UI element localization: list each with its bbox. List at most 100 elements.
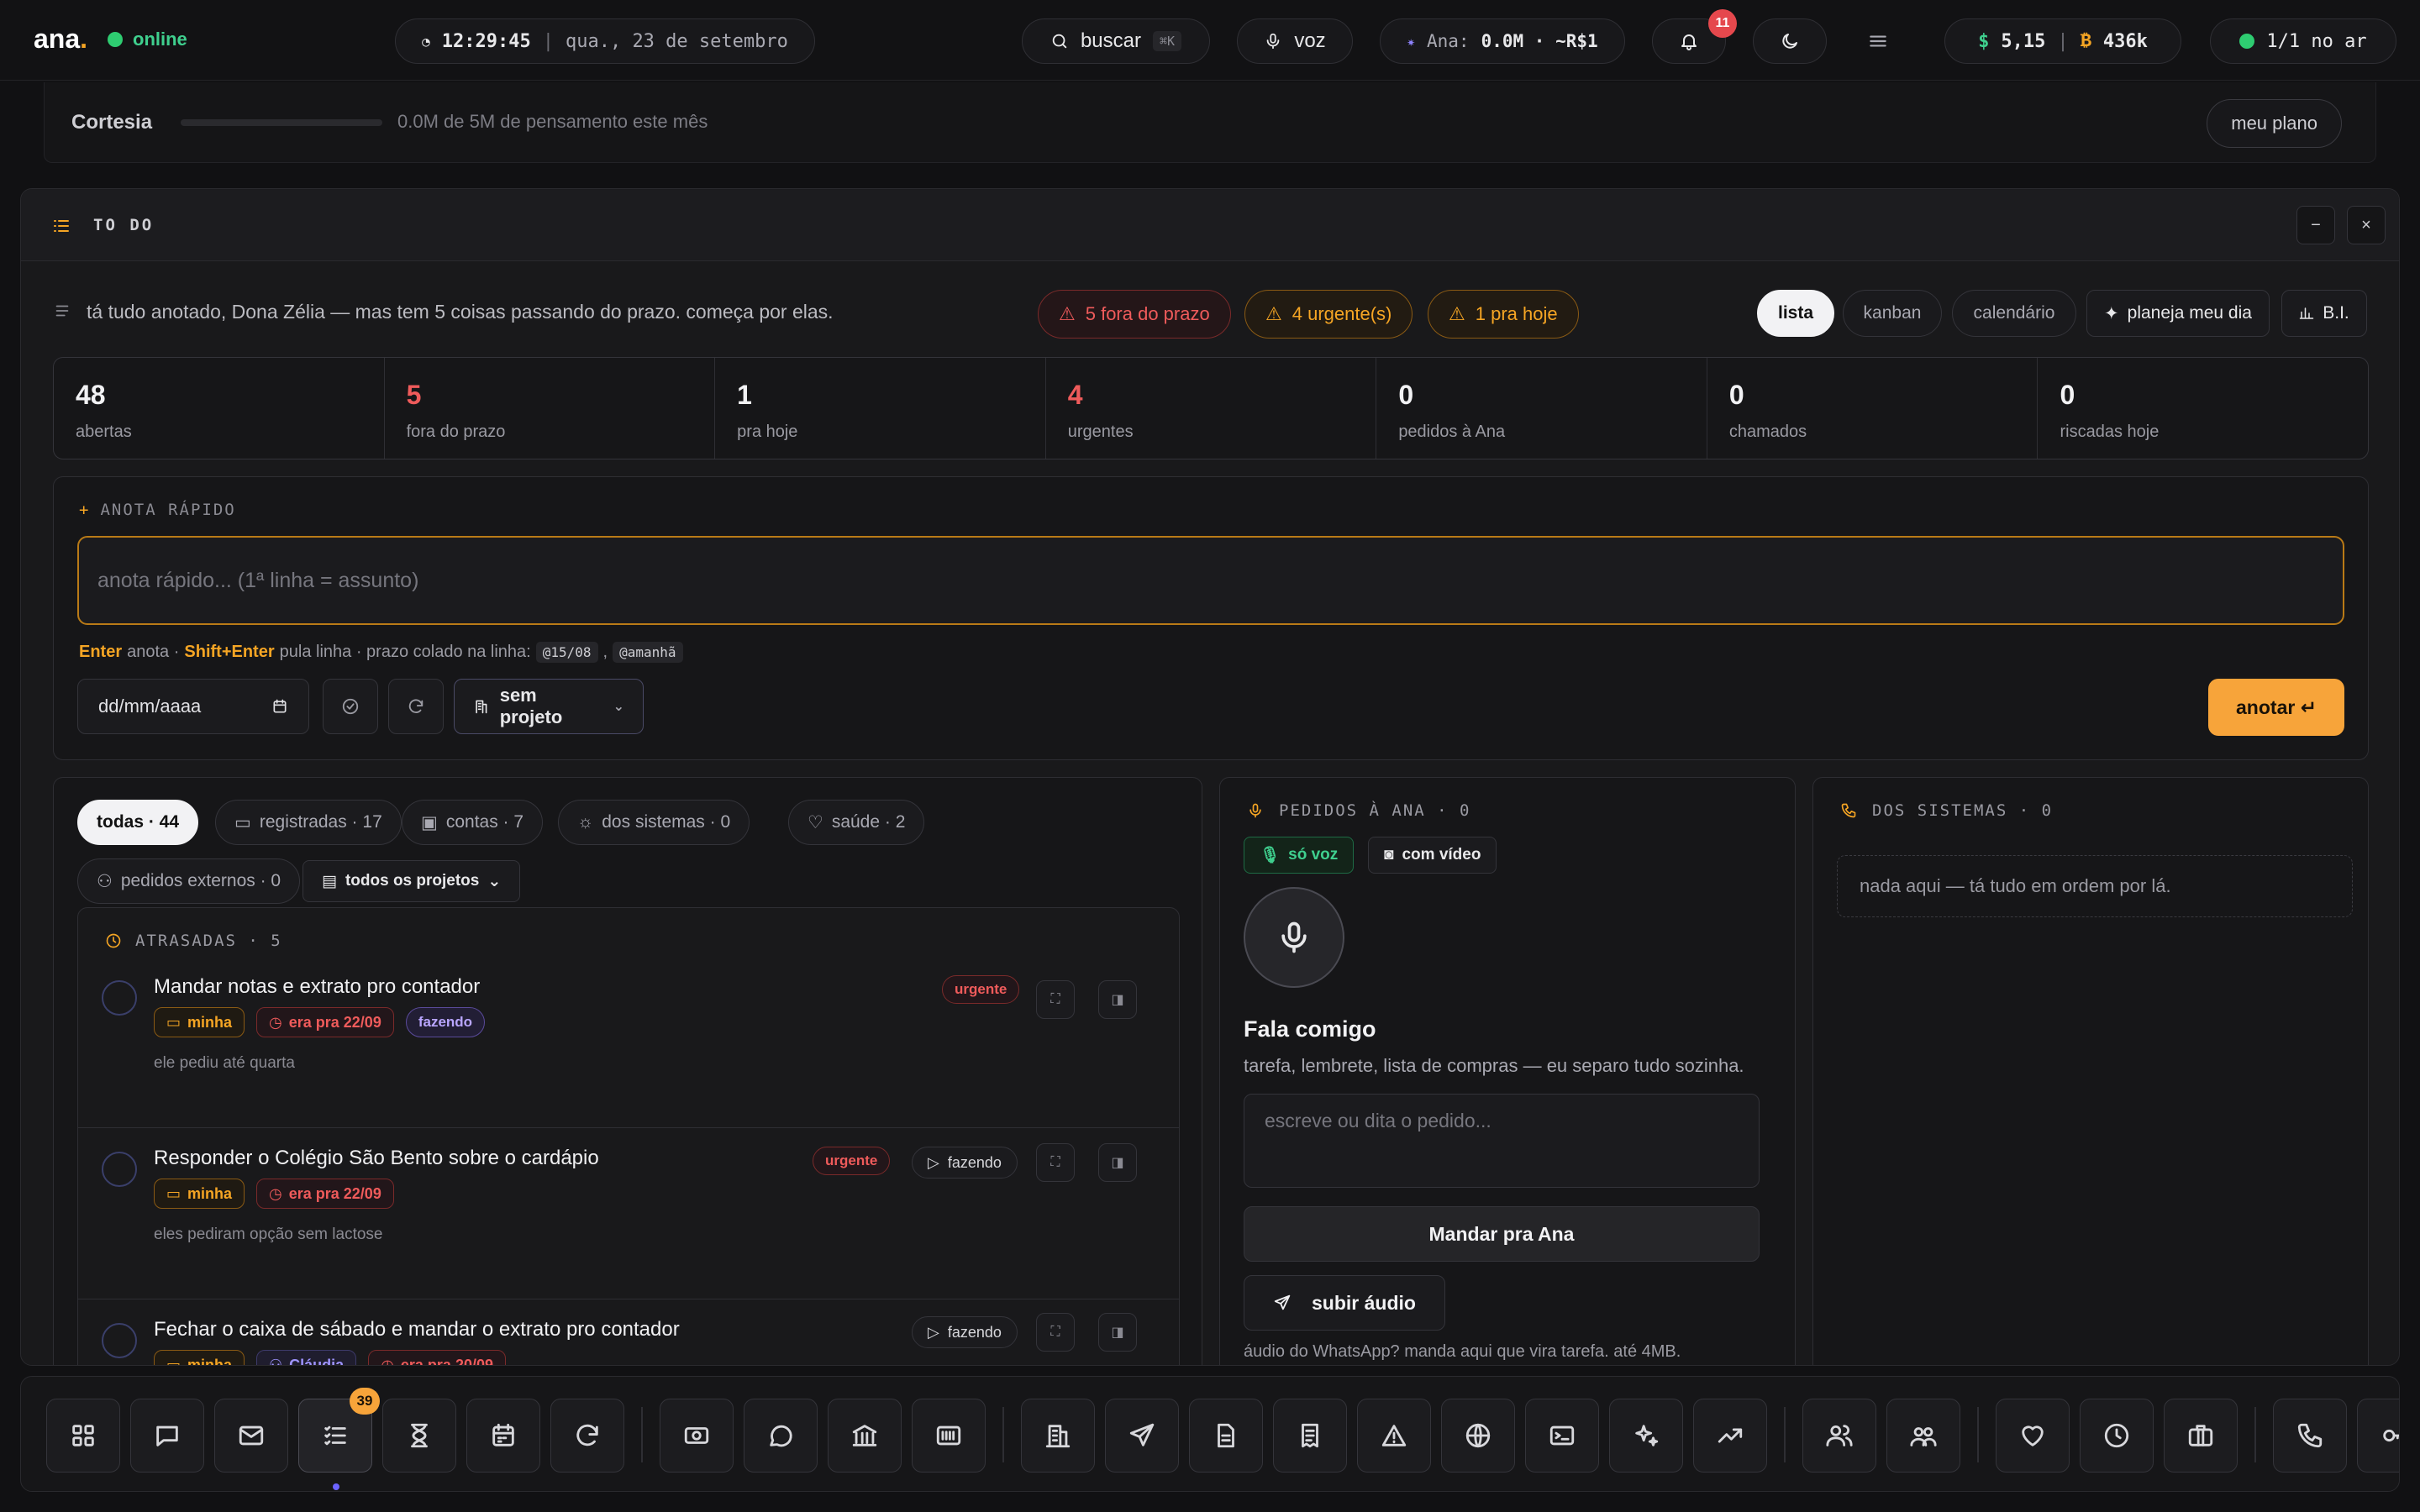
my-plan-button[interactable]: meu plano <box>2207 99 2342 148</box>
close-button[interactable]: × <box>2347 206 2386 244</box>
dock-grid[interactable] <box>46 1399 120 1473</box>
team-icon <box>1910 1427 1937 1446</box>
with-video-tab[interactable]: ◙ com vídeo <box>1368 837 1497 874</box>
plan-my-day-button[interactable]: ✦ planeja meu dia <box>2086 290 2270 337</box>
clock-icon <box>106 933 121 948</box>
dock-whatsapp[interactable] <box>744 1399 818 1473</box>
dock-separator <box>1784 1407 1786 1462</box>
online-count[interactable]: 1/1 no ar <box>2210 18 2396 64</box>
expand-button[interactable]: ⛶ <box>1036 1313 1075 1352</box>
minimize-button[interactable]: − <box>2296 206 2335 244</box>
dock-document[interactable] <box>1189 1399 1263 1473</box>
note-button[interactable]: ◨ <box>1098 1143 1137 1182</box>
record-voice-button[interactable] <box>1244 887 1344 988</box>
list-icon <box>51 216 71 236</box>
wallet-widget[interactable]: $ 5,15 | ₿ 436k <box>1944 18 2181 64</box>
stat-ana-requests[interactable]: 0 pedidos à Ana <box>1376 358 1707 459</box>
clock-widget[interactable]: ◔ 12:29:45 | qua., 23 de setembro <box>395 18 815 64</box>
quick-note-input[interactable] <box>77 536 2344 625</box>
dock-receipt[interactable] <box>1273 1399 1347 1473</box>
dock-briefcase[interactable] <box>2164 1399 2238 1473</box>
overdue-alert[interactable]: ⚠ 5 fora do prazo <box>1038 290 1231 339</box>
dock-cash[interactable] <box>660 1399 734 1473</box>
building-icon <box>476 700 487 714</box>
note-button[interactable]: ◨ <box>1098 1313 1137 1352</box>
filter-bills[interactable]: ▣ contas · 7 <box>402 800 544 845</box>
ana-usage[interactable]: ✷ Ana: 0.0M · ~R$1 <box>1380 18 1625 64</box>
due-date-input[interactable]: dd/mm/aaaa <box>77 679 309 734</box>
dock-terminal[interactable] <box>1525 1399 1599 1473</box>
stat-done-today[interactable]: 0 riscadas hoje <box>2038 358 2368 459</box>
start-doing-button[interactable]: ▷ fazendo <box>912 1147 1018 1179</box>
task-row[interactable]: Mandar notas e extrato pro contador ▭ min… <box>78 957 1179 1128</box>
task-checkbox[interactable] <box>102 1323 137 1358</box>
key-icon <box>2383 1429 2399 1442</box>
users-icon <box>1826 1425 1853 1446</box>
dock-refresh[interactable] <box>550 1399 624 1473</box>
dock-hourglass[interactable] <box>382 1399 456 1473</box>
bi-button[interactable]: B.I. <box>2281 290 2367 337</box>
stat-calls[interactable]: 0 chamados <box>1707 358 2039 459</box>
start-doing-button[interactable]: ▷ fazendo <box>912 1316 1018 1348</box>
upload-audio-button[interactable]: subir áudio <box>1244 1275 1445 1331</box>
users-icon: ⚇ <box>269 1356 283 1366</box>
dock-mail[interactable] <box>214 1399 288 1473</box>
menu-button[interactable] <box>1867 30 1889 52</box>
filter-registered[interactable]: ▭ registradas · 17 <box>215 800 402 845</box>
submit-note-button[interactable]: anotar ↵ <box>2208 679 2344 736</box>
send-to-ana-button[interactable]: Mandar pra Ana <box>1244 1206 1760 1262</box>
filter-health[interactable]: ♡ saúde · 2 <box>788 800 925 845</box>
heart-icon <box>2022 1425 2044 1446</box>
repeat-button[interactable] <box>388 679 444 734</box>
notifications-button[interactable]: 11 <box>1652 9 1737 64</box>
ana-request-input[interactable] <box>1244 1094 1760 1188</box>
clock-icon <box>2104 1423 2129 1448</box>
dock-bank[interactable] <box>828 1399 902 1473</box>
dock-warning[interactable] <box>1357 1399 1431 1473</box>
search-button[interactable]: buscar ⌘K <box>1022 18 1210 64</box>
dock-clock[interactable] <box>2080 1399 2154 1473</box>
view-calendar-tab[interactable]: calendário <box>1952 290 2076 337</box>
dock-calendar[interactable] <box>466 1399 540 1473</box>
dock-building[interactable] <box>1021 1399 1095 1473</box>
dock-sparkles[interactable] <box>1609 1399 1683 1473</box>
expand-button[interactable]: ⛶ <box>1036 1143 1075 1182</box>
dock-chat[interactable] <box>130 1399 204 1473</box>
view-kanban-tab[interactable]: kanban <box>1843 290 1942 337</box>
dock-users[interactable] <box>1802 1399 1876 1473</box>
dock-send[interactable] <box>1105 1399 1179 1473</box>
dock-team[interactable] <box>1886 1399 1960 1473</box>
dock-key[interactable] <box>2357 1399 2399 1473</box>
task-checkbox[interactable] <box>102 1152 137 1187</box>
stat-urgent[interactable]: 4 urgentes <box>1046 358 1377 459</box>
note-button[interactable]: ◨ <box>1098 980 1137 1019</box>
view-list-tab[interactable]: lista <box>1757 290 1834 337</box>
voice-button[interactable]: voz <box>1237 18 1353 64</box>
dock-globe[interactable] <box>1441 1399 1515 1473</box>
task-checkbox[interactable] <box>102 980 137 1016</box>
voice-only-tab[interactable]: 🎙︎ só voz <box>1244 837 1355 874</box>
urgent-alert[interactable]: ⚠ 4 urgente(s) <box>1244 290 1413 339</box>
expand-button[interactable]: ⛶ <box>1036 980 1075 1019</box>
stat-today[interactable]: 1 pra hoje <box>715 358 1046 459</box>
task-row[interactable]: Responder o Colégio São Bento sobre o ca… <box>78 1128 1179 1299</box>
stat-open[interactable]: 48 abertas <box>54 358 385 459</box>
theme-toggle[interactable] <box>1753 18 1827 64</box>
dock-todo[interactable]: 39 <box>298 1388 380 1490</box>
dock-barcode[interactable] <box>912 1399 986 1473</box>
project-filter[interactable]: ▤ todos os projetos ⌄ <box>302 860 521 902</box>
dock-chart[interactable] <box>1693 1399 1767 1473</box>
building-icon <box>1045 1425 1071 1448</box>
dock-health[interactable] <box>1996 1399 2070 1473</box>
dock-phone[interactable] <box>2273 1399 2347 1473</box>
task-row[interactable]: Fechar o caixa de sábado e mandar o extr… <box>78 1299 1179 1366</box>
mark-done-button[interactable] <box>323 679 378 734</box>
filter-systems[interactable]: ☼ dos sistemas · 0 <box>558 800 750 845</box>
today-alert[interactable]: ⚠ 1 pra hoje <box>1428 290 1579 339</box>
quick-note-header: + ANOTA RÁPIDO <box>79 501 236 519</box>
filter-all[interactable]: todas · 44 <box>77 800 199 845</box>
filter-external[interactable]: ⚇ pedidos externos · 0 <box>77 858 301 904</box>
stat-overdue[interactable]: 5 fora do prazo <box>385 358 716 459</box>
project-select[interactable]: sem projeto ⌄ <box>454 679 644 734</box>
logo[interactable]: ana. <box>34 24 87 55</box>
